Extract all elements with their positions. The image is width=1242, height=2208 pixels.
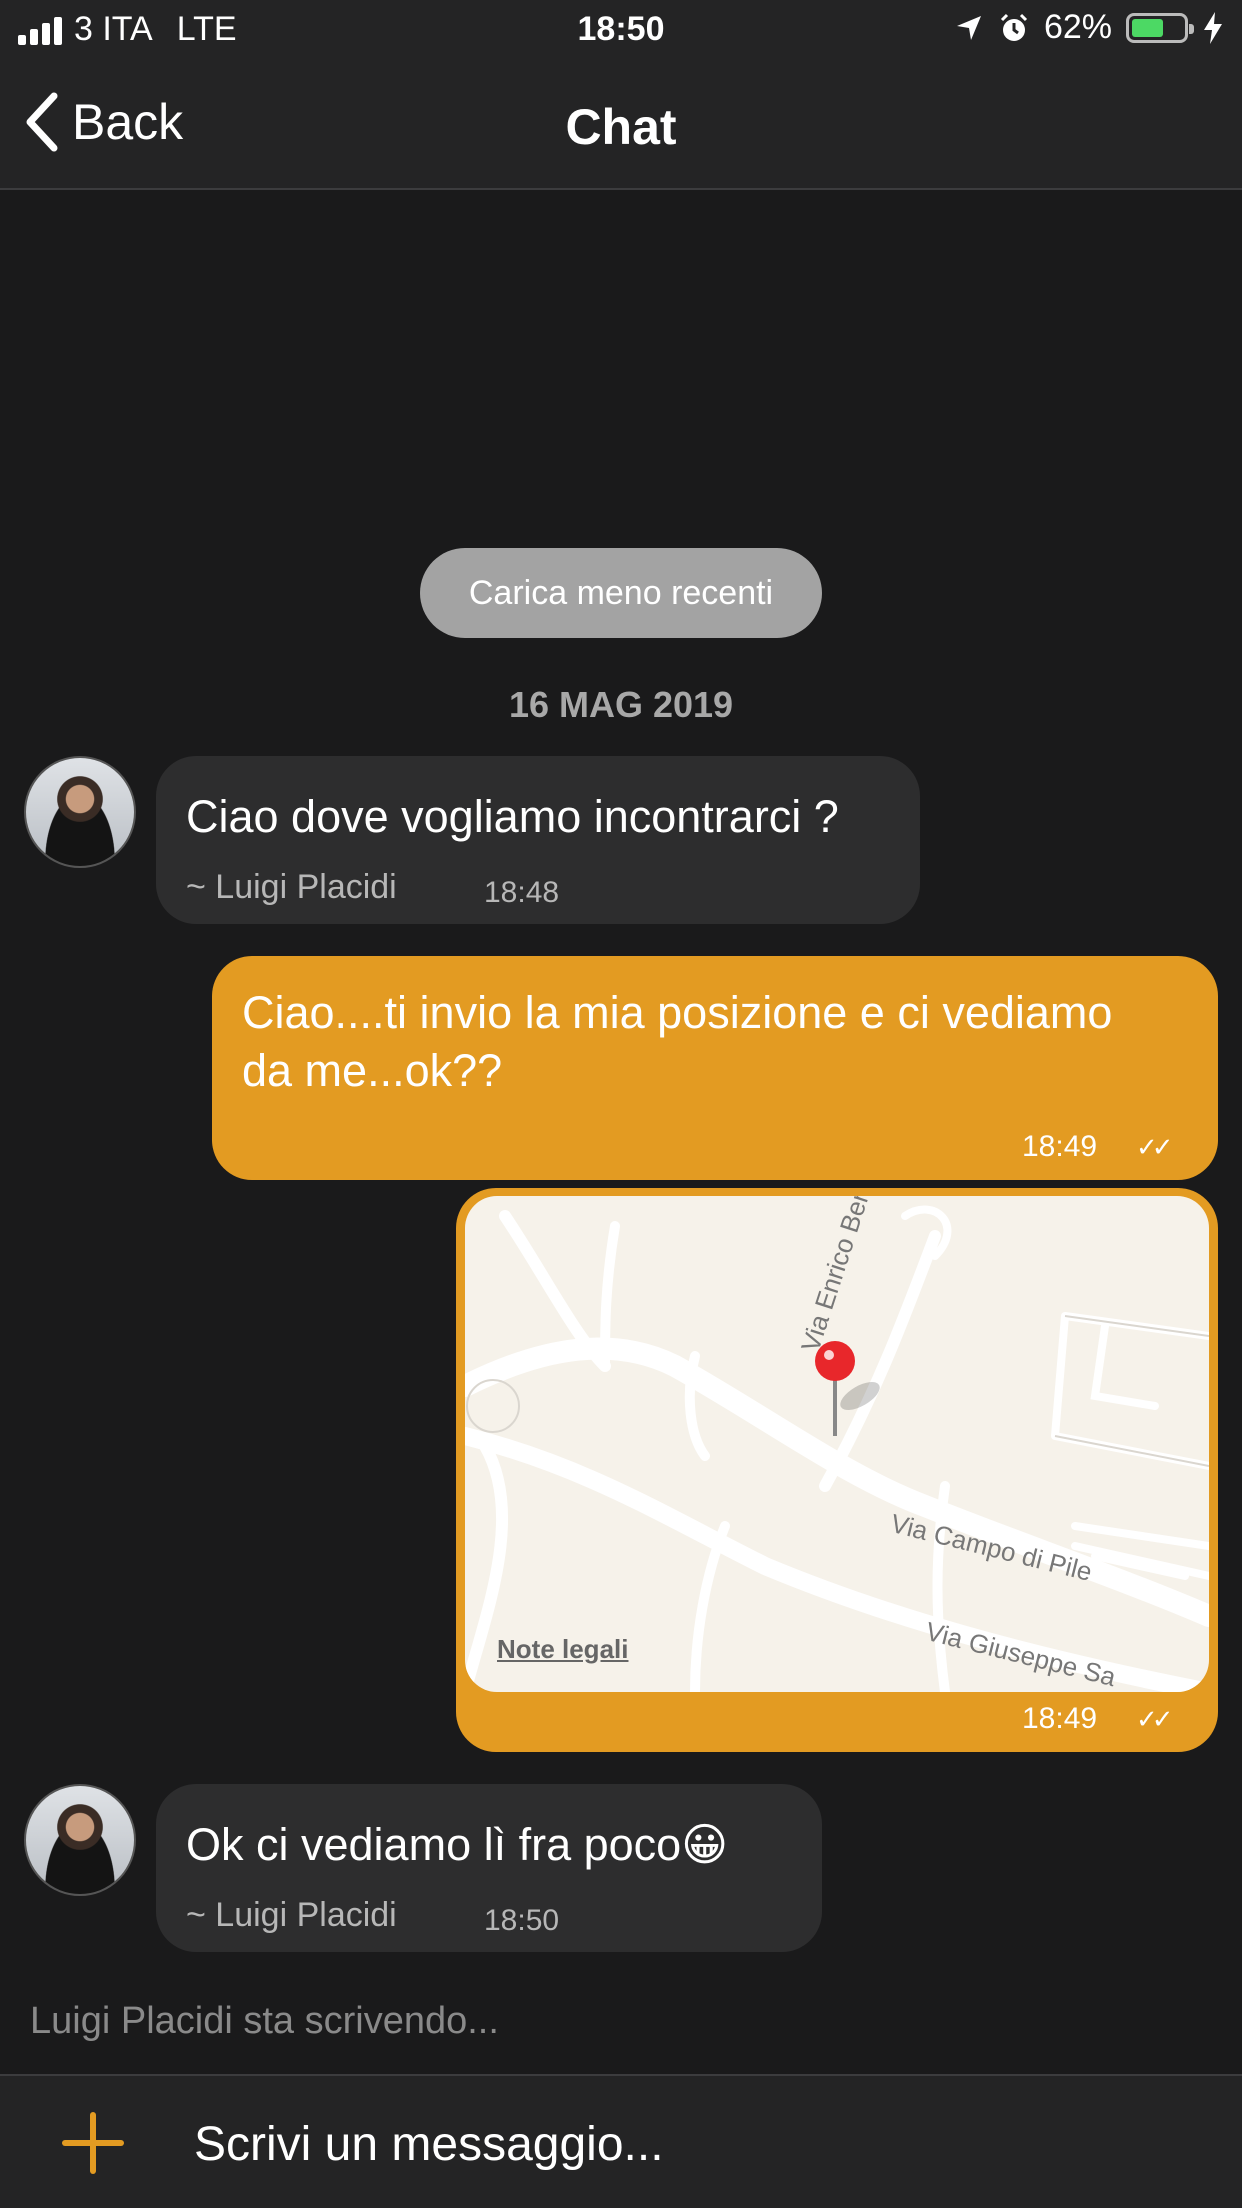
avatar[interactable]: [24, 756, 136, 868]
message-text-line-2: da me...ok??: [242, 1045, 503, 1096]
message-text: Ciao dove vogliamo incontrarci ?: [186, 791, 839, 842]
status-bar: 3 ITA LTE 18:50 62%: [0, 0, 1242, 62]
battery-percent: 62%: [1043, 8, 1112, 46]
message-bubble-outgoing[interactable]: Ciao....ti invio la mia posizione e ci v…: [212, 956, 1218, 1180]
message-time: 18:49: [1022, 1702, 1098, 1735]
add-attachment-icon[interactable]: [62, 2112, 124, 2174]
map-legal-link[interactable]: Note legali: [497, 1634, 628, 1665]
message-time: 18:49: [1022, 1130, 1098, 1163]
message-sender: ~ Luigi Placidi: [186, 1896, 397, 1934]
battery-fill: [1132, 18, 1163, 37]
message-sender: ~ Luigi Placidi: [186, 868, 397, 906]
message-composer: [0, 2074, 1242, 2208]
message-time: 18:50: [484, 1904, 560, 1937]
battery-icon: [1126, 12, 1194, 43]
charging-bolt-icon: [1204, 11, 1222, 44]
read-receipt-icon: ✓✓: [1136, 1704, 1173, 1734]
page-title: Chat: [565, 99, 677, 155]
message-text-line-1: Ciao....ti invio la mia posizione e ci v…: [242, 987, 1113, 1038]
message-text: Ok ci vediamo lì fra poco😀: [186, 1819, 729, 1870]
load-older-messages-button[interactable]: Carica meno recenti: [420, 548, 822, 638]
nav-bar: Back Chat: [0, 62, 1242, 190]
location-arrow-icon: [956, 15, 981, 40]
alarm-clock-icon: [1000, 13, 1027, 41]
message-time: 18:48: [484, 876, 560, 909]
status-right: 62%: [954, 8, 1224, 47]
avatar[interactable]: [24, 1784, 136, 1896]
message-bubble-incoming[interactable]: Ciao dove vogliamo incontrarci ? ~ Luigi…: [156, 756, 920, 924]
message-bubble-incoming[interactable]: Ok ci vediamo lì fra poco😀 ~ Luigi Placi…: [156, 1784, 822, 1952]
date-separator: 16 MAG 2019: [508, 684, 734, 725]
typing-indicator: Luigi Placidi sta scrivendo...: [30, 2000, 499, 2042]
location-map[interactable]: Via Enrico Berlinguer Via Campo di Pile …: [465, 1196, 1209, 1692]
read-receipt-icon: ✓✓: [1136, 1132, 1173, 1162]
message-input[interactable]: [192, 2106, 1196, 2182]
